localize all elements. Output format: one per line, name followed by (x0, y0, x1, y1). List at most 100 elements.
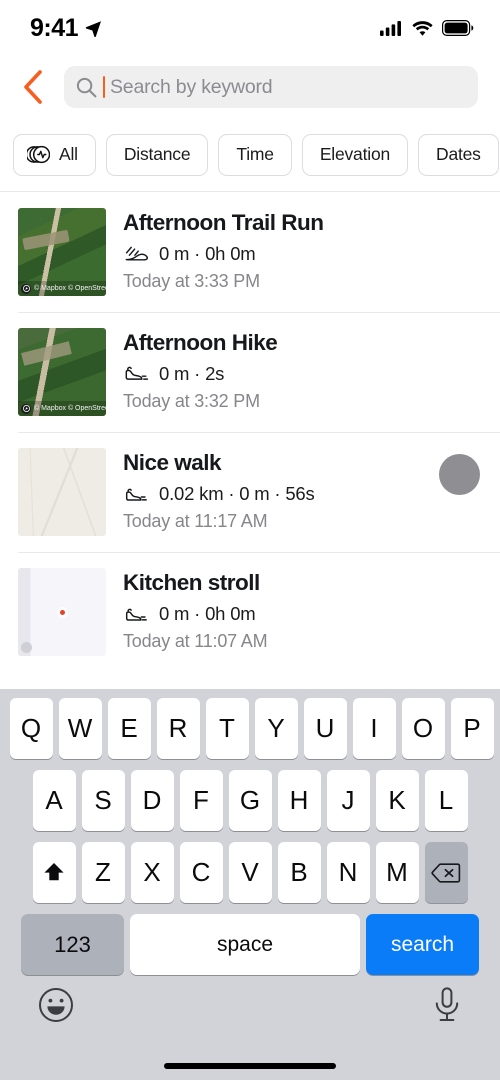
wifi-icon (412, 20, 433, 36)
walking-shoe-icon (123, 604, 149, 624)
key-backspace[interactable] (424, 842, 468, 903)
key-b[interactable]: B (277, 842, 321, 903)
keyboard-row-2: A S D F G H J K L (0, 770, 500, 831)
on-screen-keyboard[interactable]: Q W E R T Y U I O P A S D F G H J K L Z … (0, 689, 500, 1080)
activity-type-icon (27, 145, 50, 164)
activity-title: Afternoon Trail Run (123, 210, 324, 235)
map-attribution: © Mapbox © OpenStreetMap (18, 401, 106, 416)
back-button[interactable] (10, 64, 56, 110)
filter-chip-label: Distance (123, 144, 191, 164)
key-d[interactable]: D (130, 770, 174, 831)
activity-stats: 0 m · 2s (159, 363, 225, 385)
activity-stats-row: 0 m · 2s (123, 363, 480, 385)
key-t[interactable]: T (205, 698, 249, 759)
key-y[interactable]: Y (254, 698, 298, 759)
key-p[interactable]: P (450, 698, 494, 759)
key-i[interactable]: I (352, 698, 396, 759)
filter-chip-label: All (59, 144, 78, 164)
running-shoe-icon (123, 244, 149, 264)
activity-map-thumbnail (18, 448, 106, 536)
keyboard-row-1: Q W E R T Y U I O P (0, 698, 500, 759)
key-numbers[interactable]: 123 (21, 914, 124, 975)
key-m[interactable]: M (375, 842, 419, 903)
microphone-icon[interactable] (432, 987, 462, 1023)
activity-info: Kitchen stroll 0 m · 0h 0m Today at 11:0… (123, 568, 480, 652)
keyboard-row-3: Z X C V B N M (0, 842, 500, 903)
key-q[interactable]: Q (9, 698, 53, 759)
key-e[interactable]: E (107, 698, 151, 759)
key-w[interactable]: W (58, 698, 102, 759)
activity-stats-row: 0 m · 0h 0m (123, 603, 480, 625)
filter-chip-time[interactable]: Time (218, 133, 292, 176)
activity-stats: 0 m · 0h 0m (159, 243, 256, 265)
activity-timestamp: Today at 3:32 PM (123, 391, 260, 412)
status-bar: 9:41 (0, 0, 500, 56)
search-header: Search by keyword (0, 56, 500, 118)
keyboard-bottom-bar (0, 975, 500, 1053)
key-n[interactable]: N (326, 842, 370, 903)
emoji-smiley-icon[interactable] (38, 987, 74, 1023)
location-arrow-icon (85, 20, 102, 37)
map-attribution-text: © Mapbox © OpenStreetMap (34, 405, 106, 412)
mapbox-logo-icon (21, 642, 32, 653)
activity-title: Afternoon Hike (123, 330, 278, 355)
home-indicator (164, 1063, 336, 1069)
filter-chip-bar[interactable]: All Distance Time Elevation Dates Types (0, 118, 500, 192)
mapbox-logo-icon (21, 403, 31, 414)
filter-chip-label: Elevation (319, 144, 391, 164)
activity-stats-row: 0 m · 0h 0m (123, 243, 480, 265)
walking-shoe-icon (123, 484, 149, 504)
key-l[interactable]: L (424, 770, 468, 831)
filter-chip-all[interactable]: All (13, 133, 96, 176)
key-h[interactable]: H (277, 770, 321, 831)
activity-list-item[interactable]: © Mapbox © OpenStreetMap Afternoon Hike … (0, 312, 500, 432)
app-screen: 9:41 Search by keyword All Distance Time… (0, 0, 500, 1080)
key-r[interactable]: R (156, 698, 200, 759)
key-o[interactable]: O (401, 698, 445, 759)
key-j[interactable]: J (326, 770, 370, 831)
activity-info: Nice walk 0.02 km · 0 m · 56s Today at 1… (123, 448, 422, 532)
key-a[interactable]: A (32, 770, 76, 831)
activity-list-item[interactable]: Nice walk 0.02 km · 0 m · 56s Today at 1… (0, 432, 500, 552)
activity-stats: 0.02 km · 0 m · 56s (159, 483, 315, 505)
key-z[interactable]: Z (81, 842, 125, 903)
key-c[interactable]: C (179, 842, 223, 903)
key-f[interactable]: F (179, 770, 223, 831)
map-attribution: © Mapbox © OpenStreetMap (18, 281, 106, 296)
status-bar-left: 9:41 (30, 14, 102, 43)
activity-info: Afternoon Hike 0 m · 2s Today at 3:32 PM (123, 328, 480, 412)
battery-full-icon (442, 20, 474, 36)
filter-chip-dates[interactable]: Dates (418, 133, 499, 176)
activity-map-thumbnail: © Mapbox © OpenStreetMap (18, 328, 106, 416)
key-space[interactable]: space (130, 914, 360, 975)
key-u[interactable]: U (303, 698, 347, 759)
activity-list-item[interactable]: Kitchen stroll 0 m · 0h 0m Today at 11:0… (0, 552, 500, 672)
search-icon (76, 77, 97, 98)
cellular-signal-icon (380, 20, 403, 36)
activity-list-item[interactable]: © Mapbox © OpenStreetMap Afternoon Trail… (0, 192, 500, 312)
text-cursor (103, 76, 105, 98)
activity-stats-row: 0.02 km · 0 m · 56s (123, 483, 422, 505)
activity-list: © Mapbox © OpenStreetMap Afternoon Trail… (0, 192, 500, 672)
filter-chip-elevation[interactable]: Elevation (301, 133, 409, 176)
backspace-icon (431, 862, 461, 884)
activity-info: Afternoon Trail Run 0 m · 0h 0m Today at… (123, 208, 480, 292)
key-search-return[interactable]: search (366, 914, 479, 975)
key-k[interactable]: K (375, 770, 419, 831)
activity-map-thumbnail: © Mapbox © OpenStreetMap (18, 208, 106, 296)
key-s[interactable]: S (81, 770, 125, 831)
key-shift[interactable] (32, 842, 76, 903)
mapbox-logo-icon (21, 283, 31, 294)
key-x[interactable]: X (130, 842, 174, 903)
status-bar-right (380, 20, 474, 36)
map-marker-icon (59, 609, 65, 615)
filter-chip-label: Time (236, 144, 274, 164)
map-attribution-text: © Mapbox © OpenStreetMap (34, 285, 106, 292)
filter-chip-distance[interactable]: Distance (105, 133, 209, 176)
activity-timestamp: Today at 3:33 PM (123, 271, 260, 292)
avatar[interactable] (439, 454, 480, 495)
key-v[interactable]: V (228, 842, 272, 903)
key-g[interactable]: G (228, 770, 272, 831)
search-input[interactable]: Search by keyword (64, 66, 478, 108)
hiking-boot-icon (123, 364, 149, 384)
